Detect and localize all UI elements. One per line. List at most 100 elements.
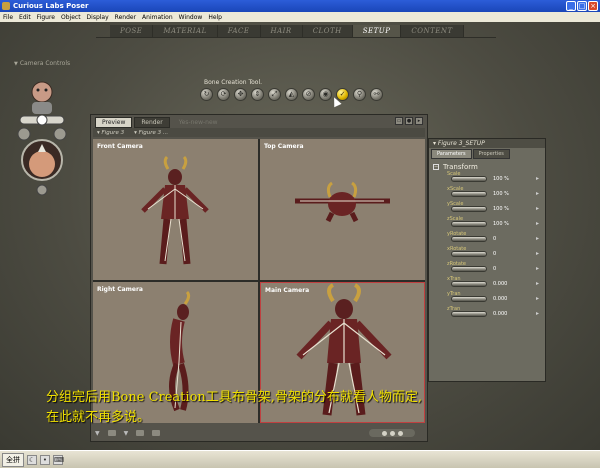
- scale-tool-icon[interactable]: ⤢: [268, 88, 281, 101]
- tab-face[interactable]: FACE: [217, 25, 261, 37]
- tab-material[interactable]: MATERIAL: [153, 25, 218, 37]
- tab-pose[interactable]: POSE: [110, 25, 154, 37]
- parameter-value[interactable]: 0: [493, 251, 496, 257]
- rotate-tool-icon[interactable]: ↻: [200, 88, 213, 101]
- front-camera-viewport[interactable]: Front Camera: [93, 139, 258, 280]
- lighting-triangle-icon[interactable]: ▼: [124, 430, 129, 437]
- tab-parameters[interactable]: Parameters: [431, 149, 472, 159]
- figure-top-view: [295, 181, 390, 223]
- minimize-button[interactable]: _: [566, 1, 576, 11]
- parameter-dial[interactable]: [451, 296, 487, 302]
- parameter-menu-arrow-icon[interactable]: ▸: [536, 175, 539, 182]
- view-navigation: [369, 429, 415, 437]
- parameter-value[interactable]: 0.000: [493, 311, 507, 317]
- tab-content[interactable]: CONTENT: [401, 25, 464, 37]
- transform-group[interactable]: − Transform: [433, 163, 545, 171]
- parameter-menu-arrow-icon[interactable]: ▸: [536, 190, 539, 197]
- menu-help[interactable]: Help: [208, 14, 222, 21]
- parameter-dial[interactable]: [451, 311, 487, 317]
- menu-file[interactable]: File: [3, 14, 13, 21]
- parameter-value[interactable]: 100 %: [493, 191, 509, 197]
- ime-indicator[interactable]: 全拼: [2, 452, 24, 467]
- parameter-value[interactable]: 100 %: [493, 221, 509, 227]
- depth-cue-icon[interactable]: [152, 430, 161, 436]
- tab-hair[interactable]: HAIR: [260, 25, 303, 37]
- keyboard-icon[interactable]: ⌨: [53, 454, 64, 465]
- view-magnifier-icon[interactable]: ⚲: [353, 88, 366, 101]
- parameter-menu-arrow-icon[interactable]: ▸: [536, 310, 539, 317]
- hand-camera-icon: [32, 102, 52, 114]
- parameter-value[interactable]: 100 %: [493, 206, 509, 212]
- chain-break-icon[interactable]: ⊘: [302, 88, 315, 101]
- panel-options-icon[interactable]: ▸: [415, 117, 423, 125]
- parameter-dial[interactable]: [451, 191, 487, 197]
- parameter-dial[interactable]: [451, 281, 487, 287]
- parameter-row: zScale 100 % ▸: [429, 216, 545, 231]
- parameter-value[interactable]: 0: [493, 266, 496, 272]
- taper-tool-icon[interactable]: ◭: [285, 88, 298, 101]
- menu-display[interactable]: Display: [87, 14, 109, 21]
- parameter-value[interactable]: 100 %: [493, 176, 509, 182]
- parameter-menu-arrow-icon[interactable]: ▸: [536, 250, 539, 257]
- parameter-dial[interactable]: [451, 221, 487, 227]
- maximize-button[interactable]: □: [577, 1, 587, 11]
- parameter-menu-arrow-icon[interactable]: ▸: [536, 295, 539, 302]
- parameter-menu-arrow-icon[interactable]: ▸: [536, 220, 539, 227]
- parameters-title: ▾ Figure 3_SETUP: [429, 139, 545, 148]
- render-icon[interactable]: ●: [405, 117, 413, 125]
- twist-tool-icon[interactable]: ⟳: [217, 88, 230, 101]
- actor-select[interactable]: ▾ Figure 3 ...: [134, 130, 168, 136]
- parameter-menu-arrow-icon[interactable]: ▸: [536, 265, 539, 272]
- nav-dot[interactable]: [397, 430, 403, 436]
- translate-tool-icon[interactable]: ✥: [234, 88, 247, 101]
- display-style-triangle-icon[interactable]: ▼: [95, 430, 100, 437]
- parameter-dial[interactable]: [451, 266, 487, 272]
- menu-object[interactable]: Object: [61, 14, 81, 21]
- parameter-menu-arrow-icon[interactable]: ▸: [536, 280, 539, 287]
- tab-cloth[interactable]: CLOTH: [302, 25, 353, 37]
- ground-plane-icon[interactable]: [107, 430, 116, 436]
- parameter-row: yRotate 0 ▸: [429, 231, 545, 246]
- parameter-dial[interactable]: [451, 206, 487, 212]
- translate-in-out-icon[interactable]: ⇕: [251, 88, 264, 101]
- camera-controls-label[interactable]: ▼ Camera Controls: [14, 60, 70, 67]
- render-settings-icon[interactable]: ▭: [395, 117, 403, 125]
- punctuation-icon[interactable]: •: [40, 454, 50, 465]
- parameter-row: zTran 0.000 ▸: [429, 306, 545, 321]
- menu-figure[interactable]: Figure: [37, 14, 55, 21]
- moon-icon[interactable]: ☾: [27, 454, 37, 465]
- parameter-menu-arrow-icon[interactable]: ▸: [536, 235, 539, 242]
- menu-animation[interactable]: Animation: [142, 14, 173, 21]
- nav-dot[interactable]: [389, 430, 395, 436]
- tab-extra[interactable]: Yes-new-new: [172, 117, 225, 128]
- close-button[interactable]: ×: [588, 1, 598, 11]
- parameter-menu-arrow-icon[interactable]: ▸: [536, 205, 539, 212]
- menu-render[interactable]: Render: [115, 14, 136, 21]
- top-camera-viewport[interactable]: Top Camera: [260, 139, 425, 280]
- document-footer: ▼ ▼: [95, 427, 425, 439]
- figure-select[interactable]: ▾ Figure 3: [97, 130, 124, 136]
- parameter-dial[interactable]: [451, 176, 487, 182]
- tab-properties[interactable]: Properties: [472, 149, 510, 159]
- tab-setup[interactable]: SETUP: [352, 25, 402, 37]
- menu-edit[interactable]: Edit: [19, 14, 31, 21]
- move-xy-icon: [53, 127, 67, 141]
- parameter-value[interactable]: 0: [493, 236, 496, 242]
- nav-dot[interactable]: [381, 430, 387, 436]
- editing-tools: ↻ ⟳ ✥ ⇕ ⤢ ◭ ⊘ ◉ ✓ ⚲ ⚯: [200, 88, 383, 101]
- parameter-row: yTran 0.000 ▸: [429, 291, 545, 306]
- parameter-dial[interactable]: [451, 251, 487, 257]
- parameter-dial[interactable]: [451, 236, 487, 242]
- tab-render[interactable]: Render: [134, 117, 170, 128]
- parameter-value[interactable]: 0.000: [493, 281, 507, 287]
- tab-preview[interactable]: Preview: [95, 117, 133, 128]
- parameter-value[interactable]: 0.000: [493, 296, 507, 302]
- tool-title: Bone Creation Tool.: [204, 79, 263, 86]
- tracking-icon[interactable]: [136, 430, 145, 436]
- room-tabs: POSE MATERIAL FACE HAIR CLOTH SETUP CONT…: [110, 25, 464, 37]
- menu-window[interactable]: Window: [179, 14, 203, 21]
- camera-controls[interactable]: [12, 72, 74, 208]
- subtitle-line-1: 分组完后用Bone Creation工具布骨架,骨架的分布就看人物而定,: [46, 390, 423, 405]
- collapse-box-icon[interactable]: −: [433, 164, 439, 170]
- morph-tool-icon[interactable]: ⚯: [370, 88, 383, 101]
